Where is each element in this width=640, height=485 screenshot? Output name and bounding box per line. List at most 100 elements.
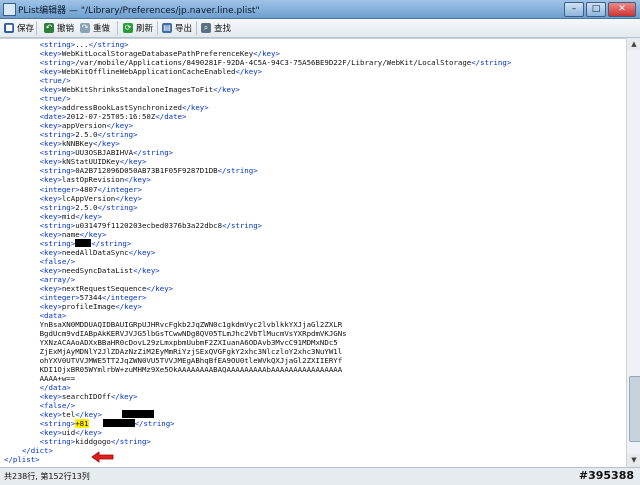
- text-editor[interactable]: <string>...</string> <key>WebKitLocalSto…: [0, 38, 626, 467]
- image-watermark: #395388: [578, 469, 634, 482]
- minimize-button[interactable]: –: [564, 2, 584, 17]
- data-blob-line: ohYXV0UTVVJMWE5TT2JqZWN0VU5TVVJMEgABhqBf…: [39, 356, 343, 366]
- tag-open: <key>: [39, 85, 62, 95]
- toolbar-separator: [117, 21, 118, 35]
- data-blob-line: AAAA+w==: [39, 374, 76, 384]
- code-line: <key>addressBookLastSynchronized</key>: [4, 103, 511, 112]
- tag-value: +81: [75, 419, 89, 429]
- refresh-icon: ⟳: [123, 23, 133, 33]
- tag-value: needAllDataSync: [61, 247, 129, 257]
- tag-close: </key>: [93, 139, 120, 149]
- code-line: <string>+81 </string>: [4, 419, 511, 429]
- tag-open: <key>: [39, 229, 62, 239]
- tag-close: </key>: [115, 301, 142, 311]
- redo-icon: ↷: [80, 23, 90, 33]
- tag-close: </string>: [222, 220, 263, 230]
- tag-open: <integer>: [39, 184, 80, 194]
- save-button[interactable]: ■ 保存: [4, 21, 34, 35]
- scrollbar-thumb[interactable]: [629, 376, 640, 442]
- tag-close: </string>: [91, 238, 132, 248]
- code-line: <key>needAllDataSync</key>: [4, 248, 511, 257]
- tag-open: <key>: [39, 49, 62, 59]
- tag-close: </key>: [110, 392, 138, 402]
- code-line: <key>needSyncDataList</key>: [4, 266, 511, 275]
- tag-close: </string>: [134, 419, 175, 429]
- red-arrow-annotation-icon: [91, 451, 114, 463]
- tag-value: searchIDOff: [61, 392, 111, 402]
- tag-close: </key>: [182, 103, 209, 113]
- tag-close: </string>: [217, 166, 258, 176]
- tag-selfclose: <array/>: [39, 274, 76, 284]
- code-line: <string>2.5.0</string>: [4, 130, 511, 139]
- redo-label: 重做: [93, 24, 111, 34]
- tag-value: appVersion: [61, 121, 107, 131]
- close-button[interactable]: ✕: [608, 2, 636, 17]
- floppy-icon: ■: [4, 23, 14, 33]
- code-line: <true/>: [4, 76, 511, 85]
- export-button[interactable]: ▤ 导出: [162, 21, 192, 35]
- tag-value: 2.5.0: [75, 202, 98, 212]
- tag-close: </key>: [75, 428, 102, 438]
- tag-open: <string>: [39, 166, 76, 176]
- tag-selfclose: <false/>: [39, 401, 76, 411]
- tag-value: addressBookLastSynchronized: [61, 103, 182, 113]
- tag-value: 57344: [79, 292, 102, 302]
- find-button[interactable]: ⌕ 查找: [201, 21, 231, 35]
- undo-button[interactable]: ↶ 撤销: [44, 21, 74, 35]
- tag-value: tel: [61, 410, 76, 420]
- code-line: KDI1OjxBR05WYmlrbW+zuMHMz9Xe5OkAAAAAAAAB…: [4, 365, 511, 374]
- tag-open: <key>: [39, 139, 62, 149]
- code-line: <data>: [4, 311, 511, 320]
- tag-close: </string>: [97, 202, 138, 212]
- tag-value: WebKitOfflineWebApplicationCacheEnabled: [61, 67, 236, 77]
- code-line: <key>lcAppVersion</key>: [4, 194, 511, 203]
- scroll-down-arrow-icon[interactable]: ▼: [627, 454, 640, 466]
- code-line: <array/>: [4, 275, 511, 284]
- code-line: </data>: [4, 383, 511, 392]
- code-line: <date>2012-07-25T05:16:50Z</date>: [4, 112, 511, 121]
- toolbar: ■ 保存 ↶ 撤销 ↷ 重做 ⟳ 刷新 ▤ 导出 ⌕ 查找: [0, 19, 640, 38]
- redacted-box: [75, 238, 92, 247]
- export-label: 导出: [175, 24, 193, 34]
- code-line: <string>/var/mobile/Applications/8490281…: [4, 58, 512, 68]
- scroll-up-arrow-icon[interactable]: ▲: [627, 38, 640, 50]
- title-bar[interactable]: PList编辑器 — "/Library/Preferences/jp.nave…: [0, 0, 640, 19]
- tag-value: WebKitLocalStorageDatabasePathPreference…: [61, 49, 254, 59]
- tag-value: 2.5.0: [75, 130, 98, 140]
- tag-close: </string>: [88, 40, 129, 49]
- code-line: ZjExMjAyMDNlY2JlZDAzNzZiM2EyMmRiYzjSExQV…: [4, 347, 511, 356]
- vertical-scrollbar[interactable]: ▲ ▼: [626, 38, 640, 466]
- code-line: <string>2.5.0</string>: [4, 203, 511, 212]
- tag-close: </key>: [75, 211, 102, 221]
- tag-value: 2012-07-25T05:16:50Z: [66, 112, 156, 122]
- tag-open: <key>: [39, 283, 62, 293]
- tag-close: </string>: [471, 58, 512, 68]
- tag-value: ...: [75, 40, 89, 49]
- code-line: <key>WebKitLocalStorageDatabasePathPrefe…: [4, 49, 511, 58]
- tag-value: WebKitShrinksStandaloneImagesToFit: [61, 85, 214, 95]
- tag-value: profileImage: [61, 301, 116, 311]
- code-line: <key>appVersion</key>: [4, 121, 511, 130]
- code-line: </dict>: [4, 446, 511, 455]
- refresh-button[interactable]: ⟳ 刷新: [123, 21, 153, 35]
- tag-value: nextRequestSequence: [61, 283, 147, 293]
- tag-value: name: [61, 229, 80, 239]
- code-line: <key>kNStatUUIDKey</key>: [4, 157, 511, 166]
- tag-open: <key>: [39, 121, 62, 131]
- tag-open: <key>: [39, 265, 62, 275]
- refresh-label: 刷新: [136, 24, 154, 34]
- code-line: <key>tel</key>: [4, 410, 511, 419]
- maximize-button[interactable]: □: [586, 2, 606, 17]
- find-label: 查找: [214, 24, 232, 34]
- redo-button[interactable]: ↷ 重做: [80, 21, 110, 35]
- toolbar-separator: [196, 21, 197, 35]
- code-line: <key>WebKitOfflineWebApplicationCacheEna…: [4, 67, 511, 76]
- redacted-box: [121, 410, 154, 419]
- window-title: PList编辑器 — "/Library/Preferences/jp.nave…: [18, 6, 260, 16]
- toolbar-separator: [157, 21, 158, 35]
- code-line: YXNzACAAoADXxBBaHR0cDovL29zLmxpbmUubmF2Z…: [4, 338, 511, 347]
- code-line: <key>nextRequestSequence</key>: [4, 284, 511, 293]
- tag-value: lastOpRevision: [61, 175, 125, 185]
- tag-close: </date>: [155, 112, 187, 122]
- tag-close: </key>: [146, 283, 174, 293]
